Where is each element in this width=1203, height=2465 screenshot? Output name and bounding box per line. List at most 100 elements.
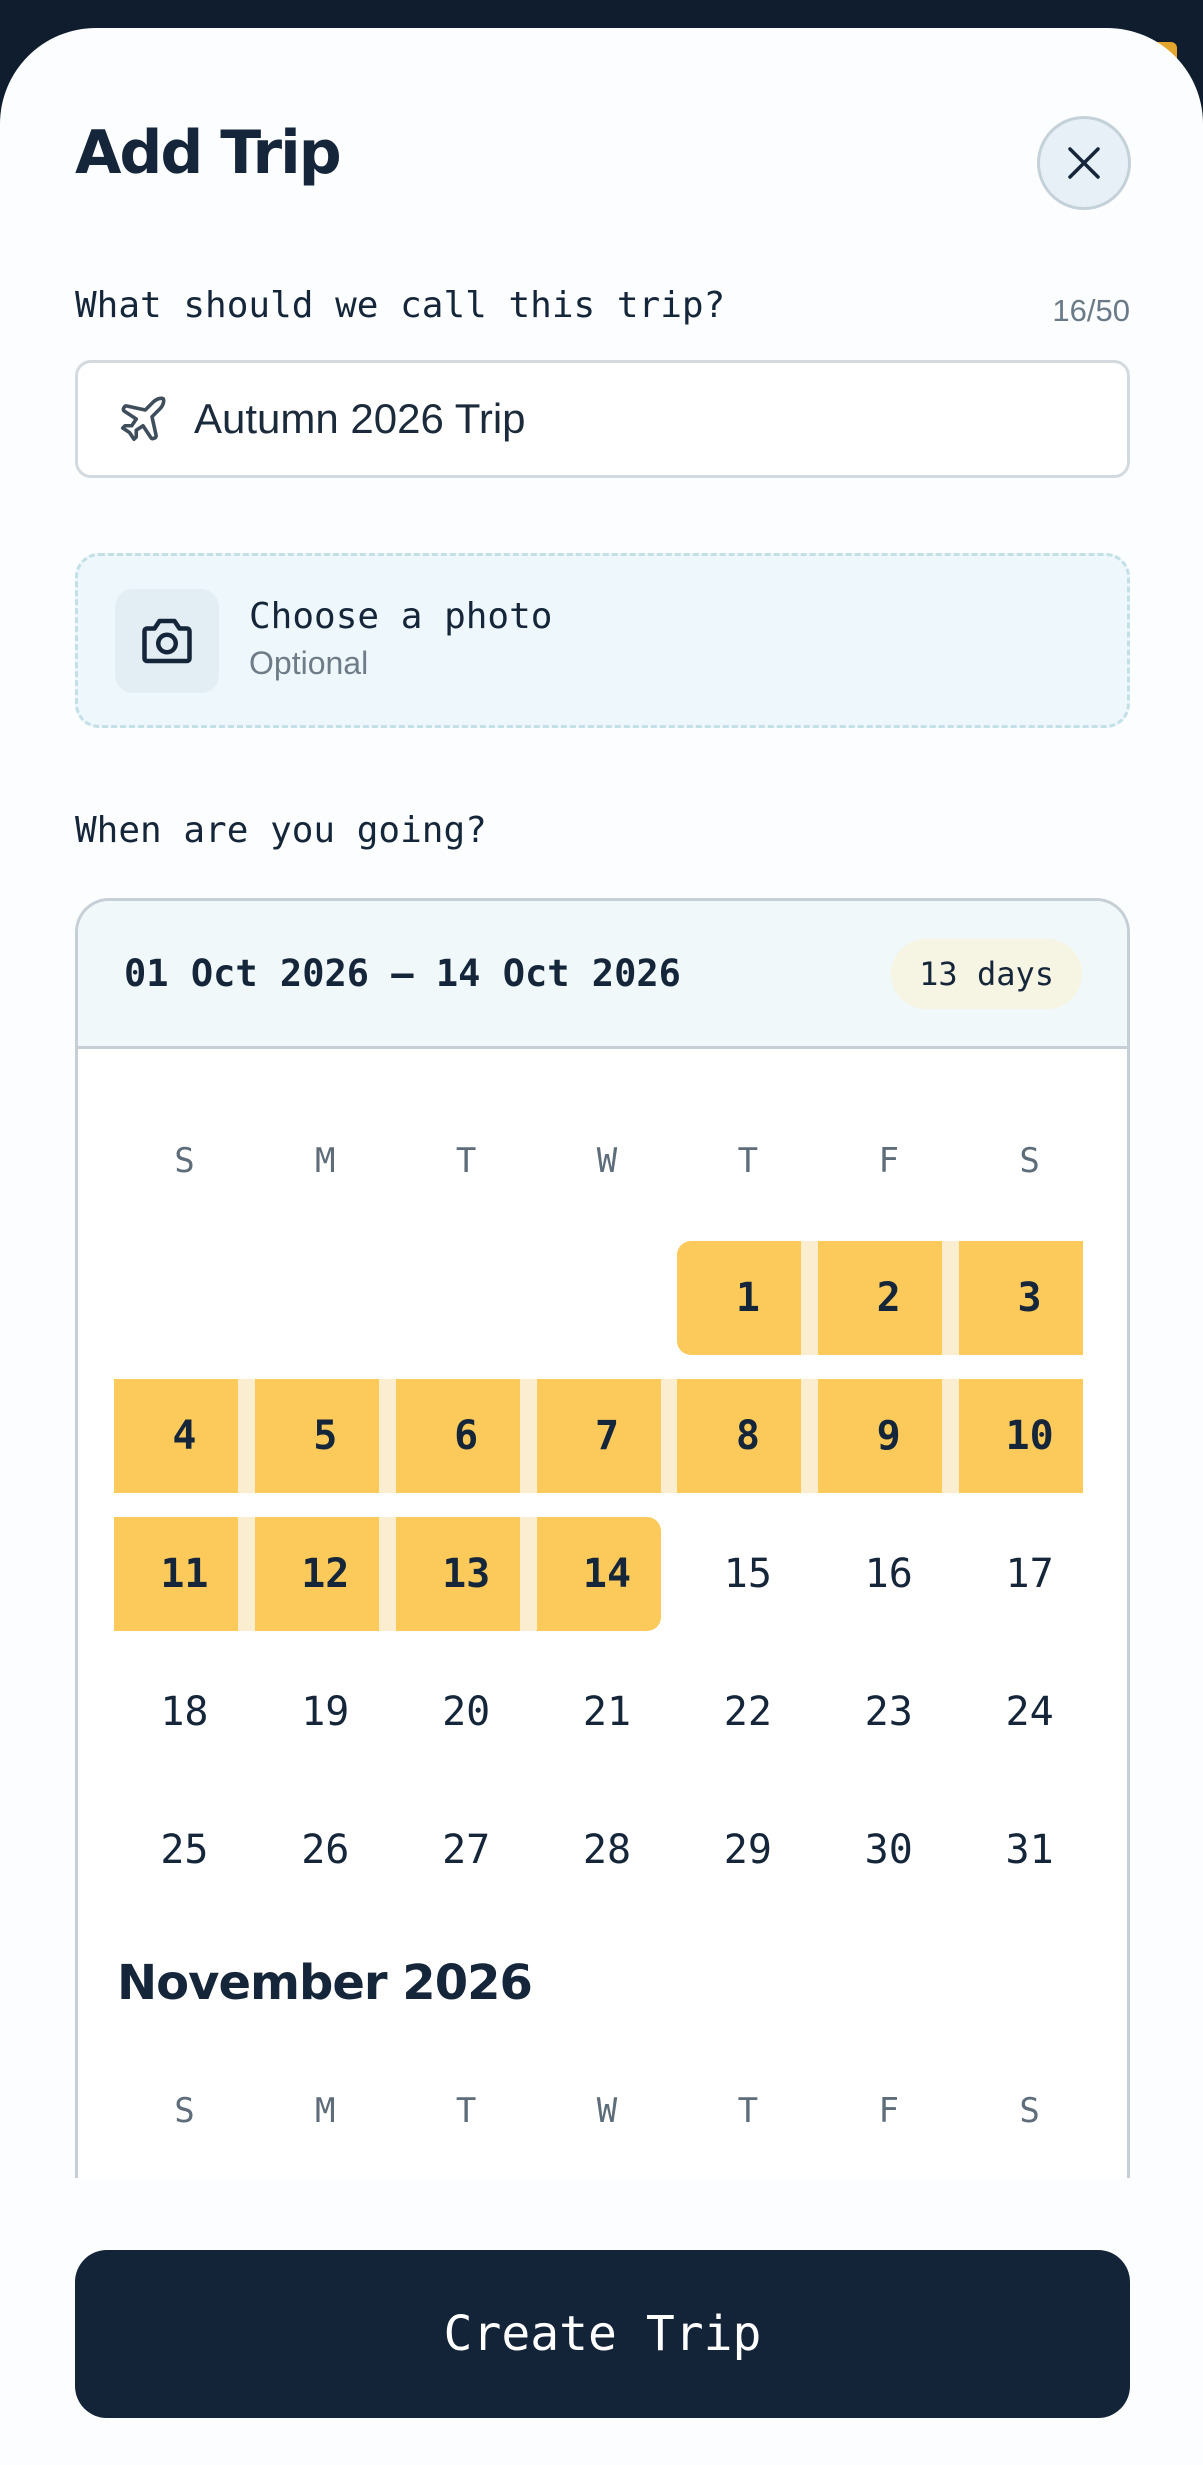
weekday-label: S — [174, 1141, 195, 1181]
calendar-day[interactable]: 22 — [677, 1655, 818, 1793]
day-number: 26 — [301, 1827, 350, 1873]
day-number: 19 — [301, 1689, 350, 1735]
day-number: 13 — [442, 1551, 491, 1597]
day-number: 11 — [160, 1551, 209, 1597]
calendar-empty-cell — [255, 1241, 396, 1379]
range-connector — [660, 1379, 679, 1493]
weekday-header-october: S M T W T F S — [114, 1141, 1100, 1181]
calendar-day[interactable]: 10 — [959, 1379, 1100, 1517]
camera-icon-wrap — [115, 588, 219, 693]
calendar-day[interactable]: 1 — [677, 1241, 820, 1379]
calendar-empty-cell — [396, 1241, 537, 1379]
weekday-label: M — [315, 2091, 336, 2131]
range-connector — [378, 1517, 397, 1631]
airplane-icon — [120, 396, 166, 442]
calendar-week: 11 12 13 14 15 16 17 — [114, 1517, 1100, 1655]
day-number: 9 — [876, 1413, 901, 1459]
weekday-label: T — [455, 1141, 477, 1181]
calendar-day[interactable]: 2 — [818, 1241, 961, 1379]
calendar-day[interactable]: 30 — [818, 1793, 959, 1931]
choose-photo-button[interactable]: Choose a photo Optional — [75, 553, 1130, 728]
calendar-day[interactable]: 31 — [959, 1793, 1100, 1931]
calendar-week: 1 2 3 — [114, 1241, 1100, 1379]
trip-name-label: What should we call this trip? — [75, 285, 726, 326]
calendar-day[interactable]: 17 — [959, 1517, 1100, 1655]
calendar-day[interactable]: 7 — [536, 1379, 679, 1517]
calendar-day[interactable]: 26 — [255, 1793, 396, 1931]
weekday-label: S — [1019, 1141, 1040, 1181]
add-trip-sheet: Add Trip What should we call this trip? … — [0, 28, 1203, 2465]
calendar-day[interactable]: 12 — [254, 1517, 397, 1655]
calendar-day[interactable]: 29 — [677, 1793, 818, 1931]
day-number: 16 — [864, 1551, 913, 1597]
calendar-week: 18 19 20 21 22 23 24 — [114, 1655, 1100, 1793]
weekday-label: T — [737, 1141, 759, 1181]
duration-badge: 13 days — [891, 938, 1082, 1009]
calendar-day[interactable]: 11 — [114, 1517, 256, 1655]
day-number: 23 — [864, 1689, 913, 1735]
calendar-day[interactable]: 14 — [536, 1517, 678, 1655]
weekday-label: F — [878, 2091, 899, 2131]
day-number: 4 — [172, 1413, 197, 1459]
range-connector — [801, 1241, 820, 1355]
calendar-day[interactable]: 4 — [114, 1379, 256, 1517]
day-number: 18 — [160, 1689, 209, 1735]
october-grid: 1 2 3 4 5 6 7 8 9 10 11 12 13 14 15 16 17 18 19 20 21 22 23 24 2… — [114, 1241, 1100, 1931]
calendar-day[interactable]: 24 — [959, 1655, 1100, 1793]
calendar-week: 25 26 27 28 29 30 31 — [114, 1793, 1100, 1931]
weekday-label: S — [174, 2091, 195, 2131]
day-number: 5 — [313, 1413, 338, 1459]
day-number: 7 — [594, 1413, 620, 1459]
day-number: 27 — [442, 1827, 491, 1873]
trip-name-input[interactable]: Autumn 2026 Trip — [75, 360, 1130, 478]
calendar-day[interactable]: 25 — [114, 1793, 255, 1931]
range-connector — [942, 1241, 961, 1355]
calendar-day[interactable]: 5 — [254, 1379, 397, 1517]
range-connector — [519, 1379, 538, 1493]
calendar-day[interactable]: 20 — [396, 1655, 537, 1793]
create-trip-button[interactable]: Create Trip — [75, 2250, 1130, 2418]
day-number: 30 — [864, 1827, 913, 1873]
calendar-day[interactable]: 21 — [537, 1655, 678, 1793]
day-number: 15 — [723, 1551, 772, 1597]
calendar-day[interactable]: 28 — [537, 1793, 678, 1931]
weekday-label: W — [596, 1141, 618, 1181]
day-number: 22 — [723, 1689, 772, 1735]
day-number: 17 — [1005, 1551, 1054, 1597]
day-number: 28 — [582, 1827, 632, 1873]
date-range-text: 01 Oct 2026 – 14 Oct 2026 — [124, 952, 681, 995]
day-number: 25 — [160, 1827, 209, 1873]
close-button[interactable] — [1037, 116, 1131, 210]
calendar-day[interactable]: 15 — [677, 1517, 818, 1655]
close-icon — [1068, 147, 1100, 179]
calendar-day[interactable]: 9 — [818, 1379, 961, 1517]
page-title: Add Trip — [75, 118, 342, 188]
calendar-day[interactable]: 27 — [396, 1793, 537, 1931]
calendar-day[interactable]: 23 — [818, 1655, 959, 1793]
weekday-header-november: S M T W T F S — [114, 2091, 1100, 2131]
day-number: 10 — [1005, 1413, 1054, 1459]
day-number: 29 — [723, 1827, 772, 1873]
day-number: 6 — [454, 1413, 479, 1459]
range-connector — [801, 1379, 820, 1493]
photo-title: Choose a photo — [249, 596, 553, 637]
weekday-label: W — [596, 2091, 618, 2131]
calendar-day[interactable]: 13 — [395, 1517, 538, 1655]
calendar-day[interactable]: 6 — [395, 1379, 538, 1517]
calendar-day[interactable]: 8 — [677, 1379, 820, 1517]
calendar-day[interactable]: 3 — [959, 1241, 1100, 1379]
camera-icon — [142, 618, 192, 663]
day-number: 1 — [735, 1275, 760, 1321]
dates-label: When are you going? — [75, 810, 487, 851]
weekday-label: M — [315, 1141, 336, 1181]
calendar-day[interactable]: 16 — [818, 1517, 959, 1655]
date-picker: 01 Oct 2026 – 14 Oct 2026 13 days S M T … — [75, 898, 1130, 2178]
calendar-day[interactable]: 19 — [255, 1655, 396, 1793]
range-connector — [238, 1517, 256, 1631]
date-range-header: 01 Oct 2026 – 14 Oct 2026 13 days — [78, 901, 1127, 1049]
calendar-day[interactable]: 18 — [114, 1655, 255, 1793]
weekday-label: T — [737, 2091, 759, 2131]
weekday-label: S — [1019, 2091, 1040, 2131]
weekday-label: T — [455, 2091, 477, 2131]
photo-text: Choose a photo Optional — [249, 599, 552, 682]
